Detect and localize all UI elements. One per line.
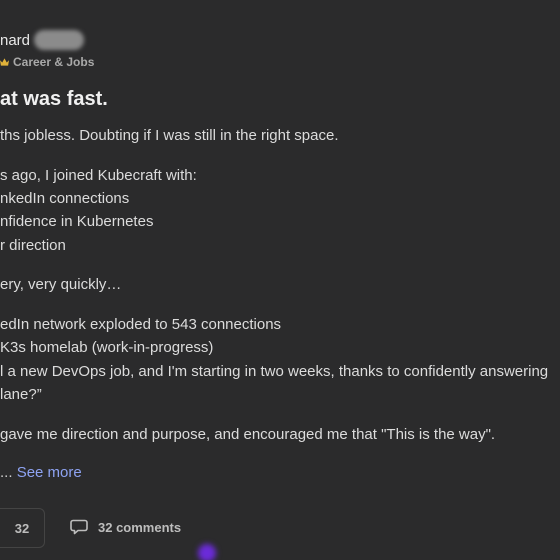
post-body-line: gave me direction and purpose, and encou… <box>0 426 496 443</box>
post-footer: 32 32 comments <box>0 508 560 548</box>
post-author[interactable]: nard <box>0 30 85 50</box>
post-body-line: ths jobless. Doubting if I was still in … <box>0 127 339 144</box>
author-name-redacted <box>34 30 85 50</box>
post-body-line: ery, very quickly… <box>0 276 122 293</box>
post-body-line: s ago, I joined Kubecraft with: <box>0 167 197 184</box>
comment-bubble-icon <box>70 519 88 535</box>
post-title: at was fast. <box>0 88 108 110</box>
post-body-line: l a new DevOps job, and I'm starting in … <box>0 363 549 380</box>
truncation-ellipsis: ... <box>0 464 13 481</box>
comments-button[interactable]: 32 comments <box>70 519 181 535</box>
post-body-line: edIn network exploded to 543 connections <box>0 316 282 333</box>
like-count: 32 <box>14 520 30 536</box>
see-more-link[interactable]: See more <box>17 464 82 481</box>
see-more-row: ... See more <box>0 464 82 481</box>
post-body-line: nkedIn connections <box>0 190 130 207</box>
comments-label: 32 comments <box>98 519 182 535</box>
post-body-line: lane?” <box>0 386 42 403</box>
category-label: Career & Jobs <box>13 55 95 69</box>
like-button[interactable]: 32 <box>0 508 45 548</box>
post-category[interactable]: Career & Jobs <box>0 55 94 69</box>
cursor-glow <box>198 544 216 560</box>
post-body-line: r direction <box>0 237 66 254</box>
crown-icon <box>0 58 9 66</box>
post-body-line: nfidence in Kubernetes <box>0 213 154 230</box>
community-post: nard Career & Jobs at was fast. ths jobl… <box>0 0 560 560</box>
author-name[interactable]: nard <box>0 32 30 49</box>
post-body-line: K3s homelab (work-in-progress) <box>0 339 214 356</box>
